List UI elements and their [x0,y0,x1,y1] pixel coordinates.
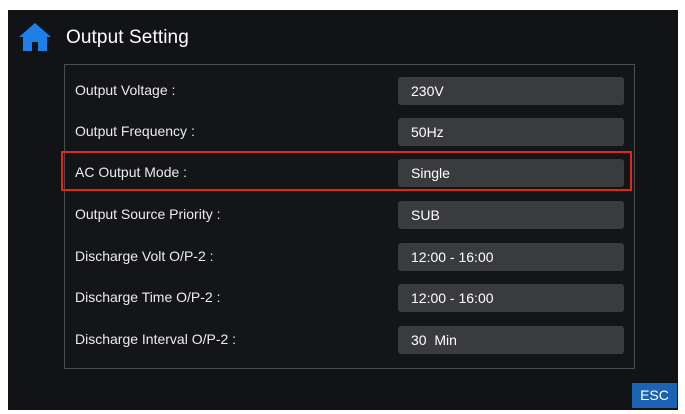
setting-value: 230V [411,83,444,99]
setting-value-field[interactable]: 50Hz [398,118,624,146]
header: Output Setting [8,10,678,66]
setting-row-output-source-priority[interactable]: Output Source Priority : SUB [65,195,634,235]
setting-value-field[interactable]: Single [398,159,624,187]
setting-label: Discharge Time O/P-2 : [75,289,221,305]
setting-row-ac-output-mode[interactable]: AC Output Mode : Single [61,151,634,193]
setting-label: AC Output Mode : [75,164,188,180]
setting-value-field[interactable]: 12:00 - 16:00 [398,243,624,271]
setting-value: Single [411,165,450,181]
setting-row-discharge-interval[interactable]: Discharge Interval O/P-2 : 30 Min [65,320,634,360]
setting-value: 50Hz [411,124,444,140]
setting-value: 12:00 - 16:00 [411,249,494,265]
setting-label: Output Source Priority : [75,206,221,222]
esc-button[interactable]: ESC [632,383,677,408]
home-icon[interactable] [18,22,52,52]
setting-value-field[interactable]: SUB [398,201,624,229]
setting-value-field[interactable]: 230V [398,77,624,105]
setting-value: 12:00 - 16:00 [411,290,494,306]
setting-row-discharge-volt[interactable]: Discharge Volt O/P-2 : 12:00 - 16:00 [65,237,634,277]
setting-value: SUB [411,207,440,223]
settings-screen: Output Setting Output Voltage : 230V Out… [8,10,678,410]
settings-panel: Output Voltage : 230V Output Frequency :… [61,64,635,369]
setting-row-output-frequency[interactable]: Output Frequency : 50Hz [65,112,634,152]
setting-label: Output Voltage : [75,82,176,98]
setting-row-discharge-time[interactable]: Discharge Time O/P-2 : 12:00 - 16:00 [65,278,634,318]
setting-label: Discharge Interval O/P-2 : [75,331,237,347]
setting-label: Output Frequency : [75,123,195,139]
page-title: Output Setting [66,27,189,48]
setting-value-field[interactable]: 30 Min [398,326,624,354]
setting-label: Discharge Volt O/P-2 : [75,248,214,264]
setting-value: 30 Min [411,332,457,348]
setting-value-field[interactable]: 12:00 - 16:00 [398,284,624,312]
setting-row-output-voltage[interactable]: Output Voltage : 230V [65,71,634,111]
